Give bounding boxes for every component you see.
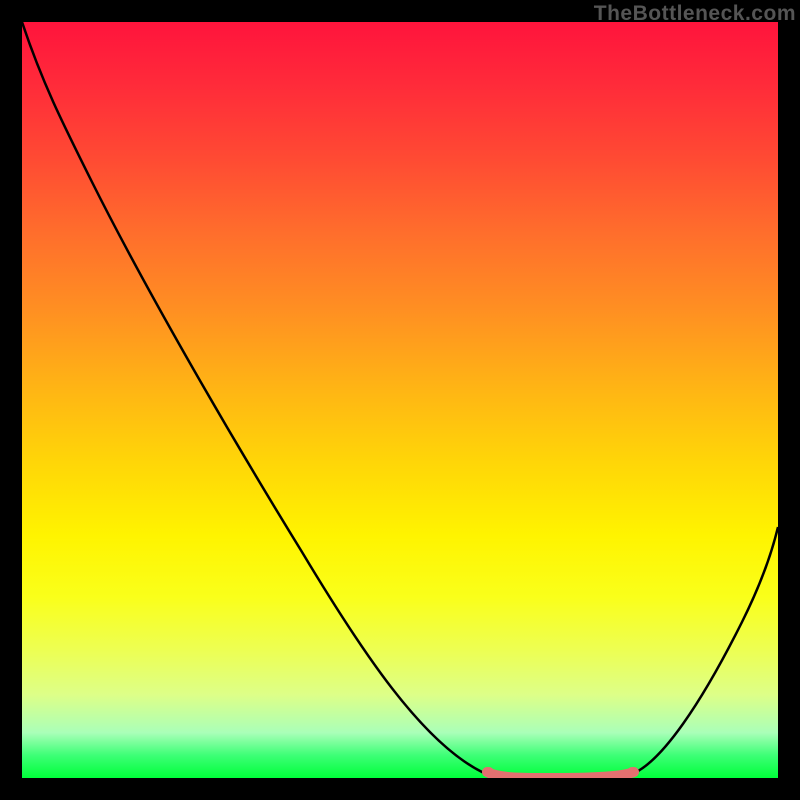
plot-area bbox=[22, 22, 778, 778]
chart-container: TheBottleneck.com bbox=[0, 0, 800, 800]
highlight-dot-left bbox=[484, 767, 494, 777]
bottleneck-curve-path bbox=[22, 22, 778, 778]
curve-svg bbox=[22, 22, 778, 778]
highlight-dot-right bbox=[627, 767, 637, 777]
watermark-text: TheBottleneck.com bbox=[594, 2, 796, 26]
highlight-band-path bbox=[487, 772, 634, 778]
